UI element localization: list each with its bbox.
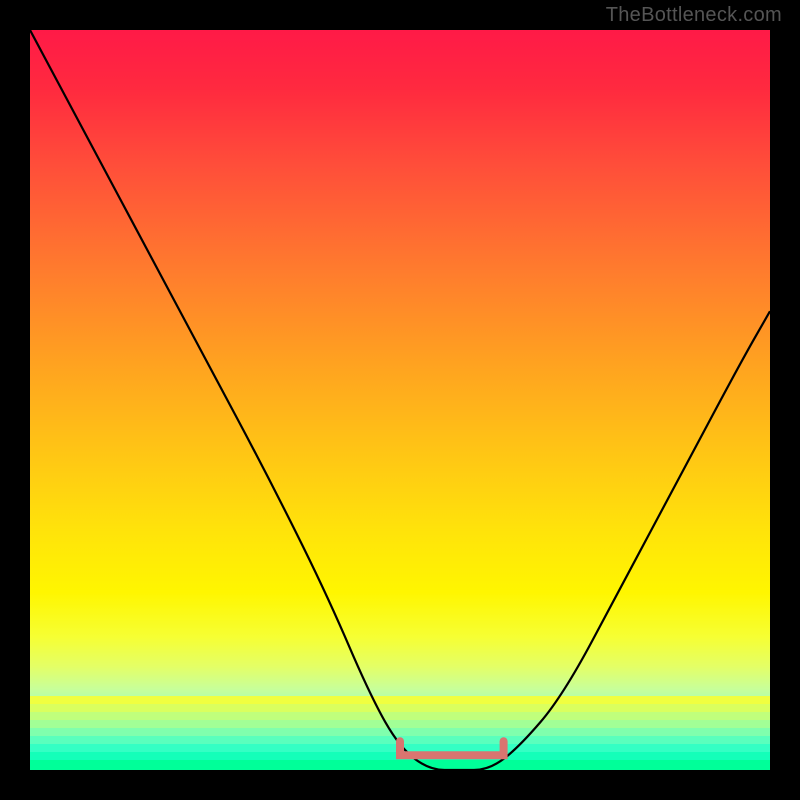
curve-svg [30,30,770,770]
bottleneck-curve [30,30,770,770]
valley-marker [400,741,504,755]
chart-frame: TheBottleneck.com [0,0,800,800]
watermark-text: TheBottleneck.com [606,4,782,27]
plot-area [30,30,770,770]
